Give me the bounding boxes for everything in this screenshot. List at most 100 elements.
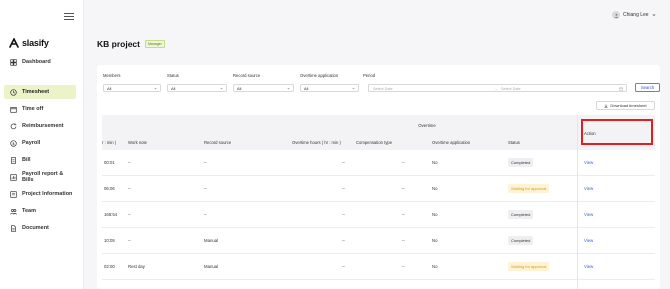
record-source-cell: -- [204,186,207,191]
overtime-application-cell: No [432,264,438,269]
overtime-hours-cell: -- [342,186,345,191]
download-timesheet-button[interactable]: Download timesheet [596,101,655,110]
collapse-sidebar-icon[interactable] [64,11,74,21]
overtime-application-select[interactable]: All [300,84,359,92]
action-header-highlight [581,119,653,145]
period-start-input[interactable]: Select Date [373,87,393,91]
document-icon [11,224,16,232]
sidebar-item-label: Bill [22,157,31,163]
members-select[interactable]: All [103,84,161,92]
chevron-down-icon [287,87,290,90]
record-source-cell: -- [204,212,207,217]
logo-mark-icon [9,38,19,48]
user-name: Chiang Lee [623,12,649,18]
download-icon [604,103,608,108]
work-note-cell: -- [128,212,131,217]
svg-text:$: $ [13,141,15,145]
search-button[interactable]: Search [635,83,660,92]
user-icon [614,13,618,18]
status-select[interactable]: All [167,84,227,92]
overtime-hours-column-header: Overtime hours ( hr : min ) [292,140,341,145]
work-note-column-header: Work note [128,140,148,145]
table-row: 10:05 -- Manual -- -- No Completed View [102,228,655,254]
status-badge: Completed [508,236,534,245]
status-badge: Waiting for approval [508,262,550,271]
chevron-down-icon [352,87,355,90]
compensation-type-cell: -- [402,238,405,243]
table-row: 168:54 -- -- -- -- No Completed View [102,202,655,228]
overtime-application-cell: No [432,238,438,243]
overtime-application-cell: No [432,186,438,191]
payroll-icon: $ [10,139,17,147]
table-row: 06:06 -- -- -- -- No Waiting for approval View [102,176,655,202]
table-row: 00:01 -- -- -- -- No Completed View [102,150,655,176]
hours-cell: 00:01 [104,160,115,165]
record-source-select[interactable]: All [233,84,294,92]
compensation-type-cell: -- [402,186,405,191]
user-menu[interactable]: Chiang Lee [612,11,656,19]
sidebar-item-label: Payroll report & Bills [22,171,64,183]
overtime-application-label: Overtime application [300,73,339,78]
hours-cell: 10:05 [104,238,115,243]
page-header: KB project Manager [97,39,165,49]
overtime-hours-cell: -- [342,238,345,243]
app-root: slasify Dashboard Timesheet Time off Reimbu… [0,0,670,289]
sidebar-item-label: Dashboard [22,59,51,65]
team-icon [10,208,17,215]
table-row: 02:00 Rest day Manual -- -- No Waiting for app… [102,254,655,280]
compensation-type-cell: -- [402,264,405,269]
sidebar-item-payroll-report-bills[interactable]: Payroll report & Bills [4,170,76,184]
sidebar-item-timesheet[interactable]: Timesheet [4,85,76,99]
sidebar: slasify Dashboard Timesheet Time off Reimbu… [0,0,84,289]
members-label: Members [103,73,121,78]
chevron-down-icon [154,87,157,90]
sidebar-item-label: Timesheet [22,89,50,95]
table-header: Overtime r : min ) Work note Record sour… [102,115,655,150]
overtime-hours-cell: -- [342,264,345,269]
members-select-value: All [107,85,112,91]
status-label: Status [167,73,179,78]
dashboard-icon [10,58,17,66]
compensation-type-column-header: Compensation type [356,140,393,145]
overtime-group-header: Overtime [418,123,436,128]
hours-column-header: r : min ) [102,140,117,145]
overtime-application-cell: No [432,212,438,217]
sidebar-item-bill[interactable]: Bill [4,153,76,167]
chevron-down-icon [652,14,656,17]
sidebar-item-label: Project Information [22,191,73,197]
record-source-select-value: All [237,85,242,91]
avatar [612,11,620,19]
hours-cell: 02:00 [104,264,115,269]
status-select-value: All [171,85,176,91]
sidebar-item-time-off[interactable]: Time off [4,102,76,116]
sidebar-item-team[interactable]: Team [4,204,76,218]
page-title: KB project [97,39,140,49]
project-icon [10,190,17,198]
sidebar-item-label: Document [22,225,49,231]
sidebar-item-payroll[interactable]: $ Payroll [4,136,76,150]
arrow-right-icon: → [494,86,498,91]
overtime-application-cell: No [432,160,438,165]
bill-icon [11,156,16,164]
period-date-range[interactable]: Select Date → Select Date [368,84,627,92]
calendar-icon [619,87,623,91]
compensation-type-cell: -- [402,160,405,165]
sidebar-item-label: Team [22,208,36,214]
status-badge: Waiting for approval [508,184,550,193]
sidebar-item-reimbursement[interactable]: Reimbursement [4,119,76,133]
report-icon [10,173,17,181]
status-column-header: Status [508,140,520,145]
period-label: Period [363,73,376,78]
overtime-hours-cell: -- [342,160,345,165]
timesheet-card: Members Status Record source Overtime ap… [97,65,660,289]
work-note-cell: -- [128,160,131,165]
sidebar-item-project-information[interactable]: Project Information [4,187,76,201]
record-source-cell: Manual [204,238,219,243]
status-badge: Completed [508,158,534,167]
chevron-down-icon [220,87,223,90]
period-end-input[interactable]: Select Date [501,87,521,91]
sidebar-item-label: Reimbursement [22,123,64,129]
sidebar-item-document[interactable]: Document [4,221,76,235]
sidebar-item-dashboard[interactable]: Dashboard [4,55,76,69]
filter-bar: Members Status Record source Overtime ap… [103,73,660,93]
